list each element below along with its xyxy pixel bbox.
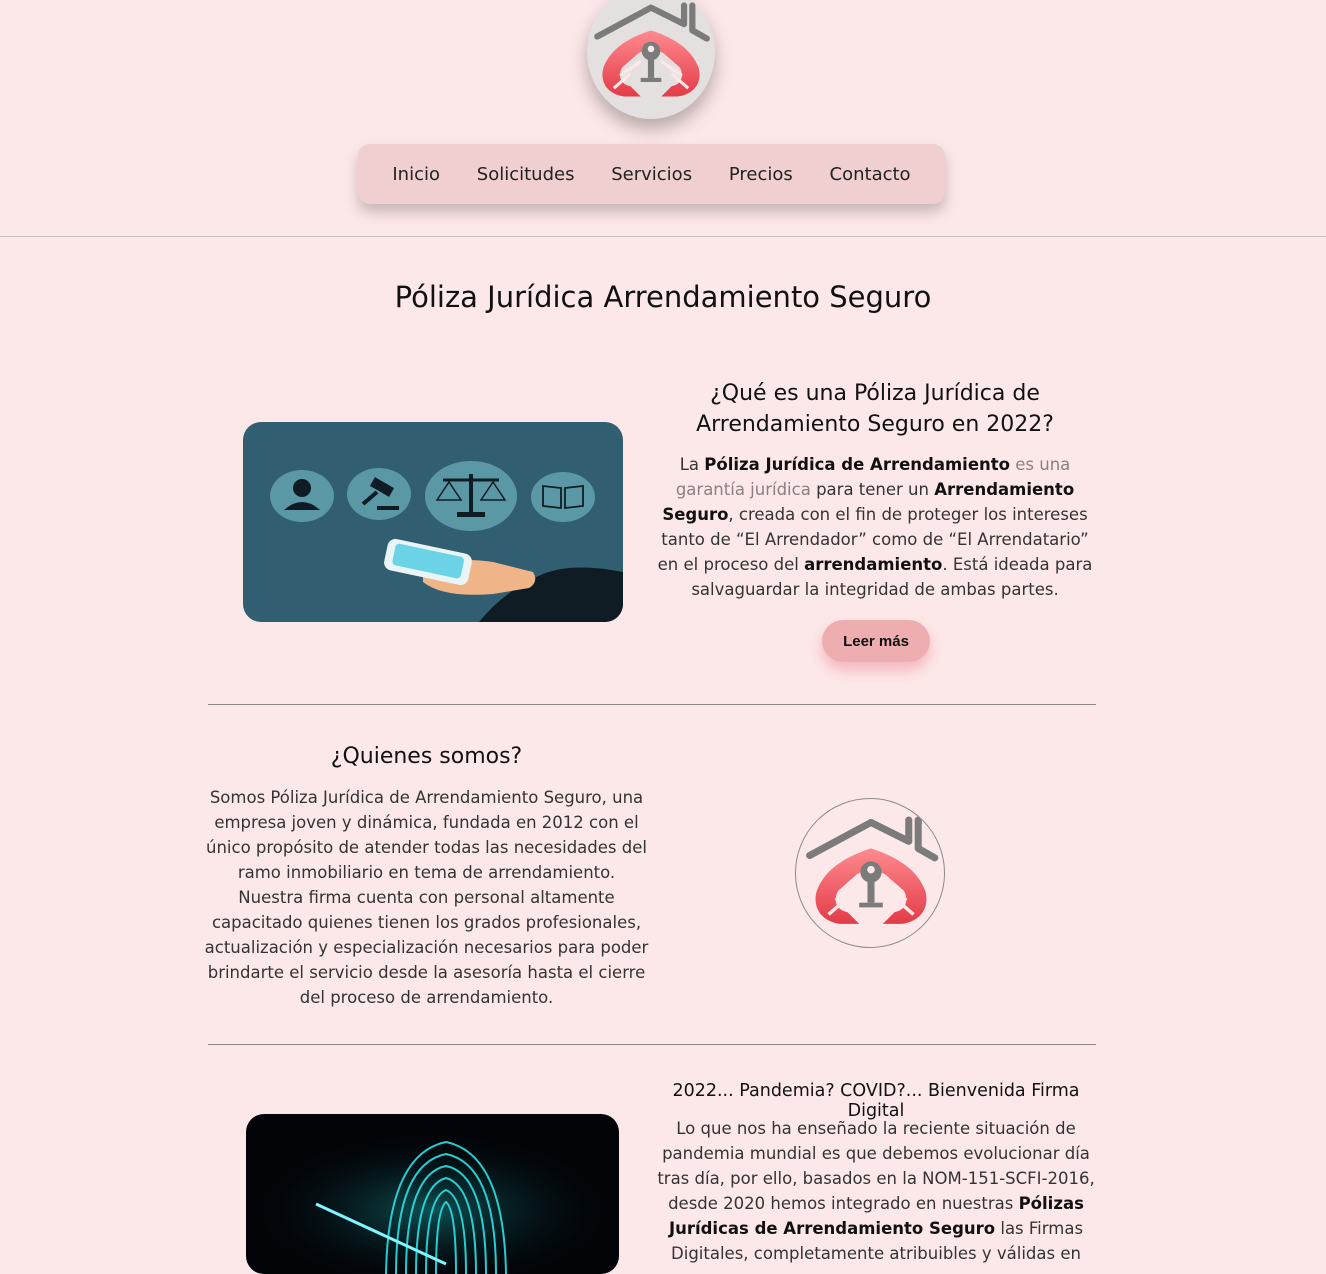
section-about-text: Somos Póliza Jurídica de Arrendamiento S… <box>204 788 649 1007</box>
legal-illustration-image <box>243 422 623 622</box>
fingerprint-icon <box>246 1114 619 1274</box>
nav-item-contacto[interactable]: Contacto <box>830 164 911 185</box>
section-divider <box>208 704 1096 705</box>
logo-house-key-icon <box>587 0 715 119</box>
section-what-is-text: La Póliza Jurídica de Arrendamiento es u… <box>657 455 1093 599</box>
phone-hand-icon <box>384 538 623 622</box>
section-digital-signature-text: Lo que nos ha enseñado la reciente situa… <box>657 1119 1095 1263</box>
section-about-title: ¿Quienes somos? <box>330 744 523 769</box>
fingerprint-image <box>246 1114 619 1274</box>
user-icon <box>270 470 334 522</box>
section-divider <box>208 1044 1096 1045</box>
section-digital-signature-title: 2022... Pandemia? COVID?... Bienvenida F… <box>672 1081 1080 1121</box>
logo-house-key-icon <box>796 799 945 948</box>
main-navigation: Inicio Solicitudes Servicios Precios Con… <box>358 144 945 204</box>
book-icon <box>531 472 595 522</box>
section-what-is-title: ¿Qué es una Póliza Jurídica de Arrendami… <box>696 381 1054 437</box>
nav-item-precios[interactable]: Precios <box>729 164 793 185</box>
read-more-button[interactable]: Leer más <box>822 620 930 662</box>
company-logo <box>795 798 945 948</box>
page-title: Póliza Jurídica Arrendamiento Seguro <box>394 280 932 314</box>
scales-icon <box>425 461 517 531</box>
nav-item-servicios[interactable]: Servicios <box>611 164 692 185</box>
header-divider <box>0 236 1326 237</box>
site-logo[interactable] <box>587 0 715 119</box>
nav-item-solicitudes[interactable]: Solicitudes <box>477 164 575 185</box>
nav-item-inicio[interactable]: Inicio <box>392 164 440 185</box>
gavel-icon <box>347 468 411 520</box>
